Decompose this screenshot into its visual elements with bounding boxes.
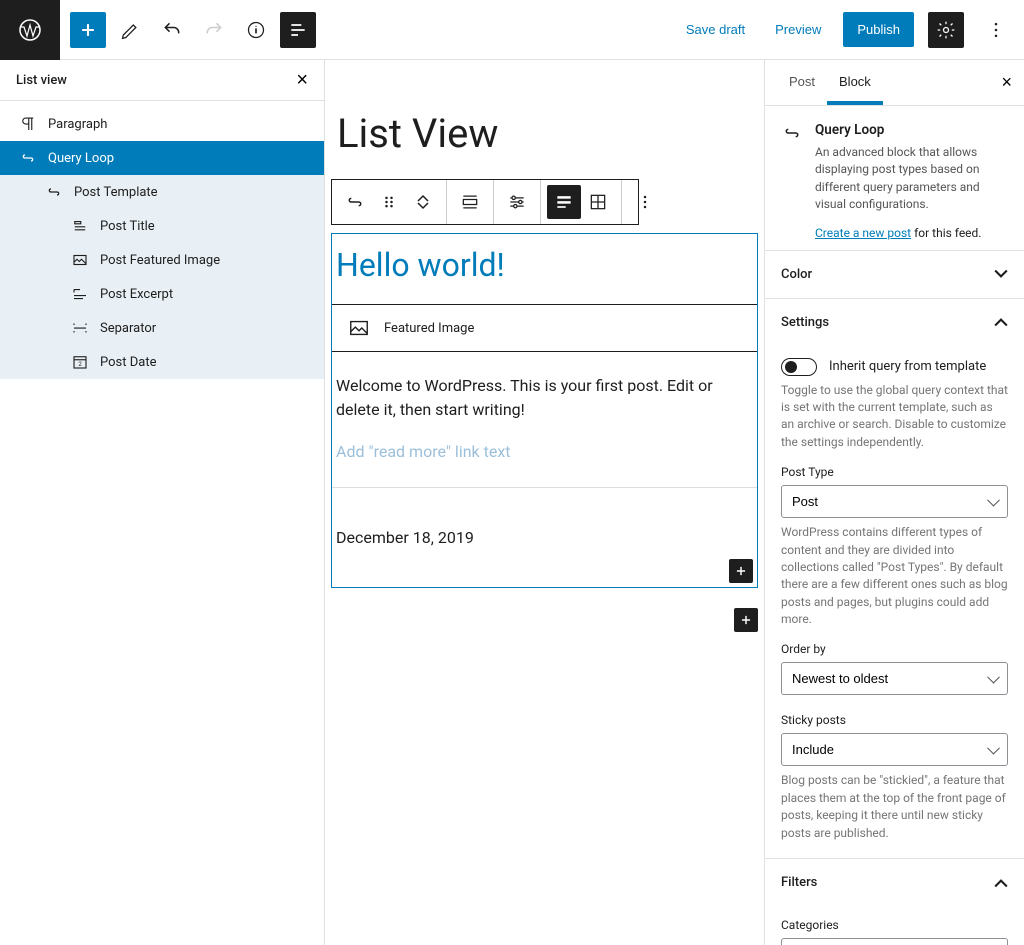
block-toolbar (331, 179, 639, 225)
top-toolbar: Save draft Preview Publish (0, 0, 1024, 60)
block-appender-outer[interactable] (734, 608, 758, 632)
post-title-icon (70, 217, 90, 235)
excerpt-icon (70, 285, 90, 303)
loop-icon (44, 183, 64, 201)
panel-filters[interactable]: Filters (765, 859, 1024, 906)
post-title[interactable]: Hello world! (332, 234, 757, 304)
chevron-up-icon (994, 315, 1008, 329)
list-view-item[interactable]: Post Featured Image (0, 243, 324, 277)
list-view-item-label: Post Template (74, 185, 158, 200)
list-layout-button[interactable] (547, 185, 581, 219)
grid-layout-button[interactable] (581, 185, 615, 219)
block-title: Query Loop (815, 122, 1008, 138)
list-view-item[interactable]: Post Excerpt (0, 277, 324, 311)
sidebar-tabs: Post Block × (765, 60, 1024, 106)
list-view-item[interactable]: Separator (0, 311, 324, 345)
panel-filters-label: Filters (781, 875, 817, 890)
loop-icon (18, 149, 38, 167)
post-excerpt[interactable]: Welcome to WordPress. This is your first… (332, 352, 757, 432)
paragraph-icon (18, 115, 38, 133)
create-post-suffix: for this feed. (911, 226, 981, 240)
post-type-select[interactable]: Post (781, 485, 1008, 518)
chevron-down-icon (994, 267, 1008, 281)
block-appender-inner[interactable] (729, 559, 753, 583)
list-view-item[interactable]: Post Template (0, 175, 324, 209)
list-view-title: List view (16, 73, 67, 88)
edit-mode-button[interactable] (112, 12, 148, 48)
panel-filters-body: Categories (765, 906, 1024, 945)
featured-image-label: Featured Image (384, 321, 474, 336)
add-block-button[interactable] (70, 12, 106, 48)
list-view-item-label: Post Date (100, 355, 156, 370)
inherit-help: Toggle to use the global query context t… (781, 382, 1008, 452)
list-view-item-label: Post Title (100, 219, 155, 234)
sticky-label: Sticky posts (781, 713, 1008, 727)
move-updown-icon[interactable] (406, 185, 440, 219)
panel-settings-body: Inherit query from template Toggle to us… (765, 346, 1024, 859)
preview-button[interactable]: Preview (767, 14, 829, 45)
block-card: Query Loop An advanced block that allows… (765, 106, 1024, 251)
featured-image-placeholder[interactable]: Featured Image (332, 304, 757, 352)
list-view-item-label: Post Featured Image (100, 253, 220, 268)
separator-icon (70, 319, 90, 337)
list-view-item-label: Paragraph (48, 117, 107, 132)
inherit-toggle[interactable] (781, 358, 817, 376)
sidebar-close[interactable]: × (1001, 72, 1012, 93)
settings-button[interactable] (928, 12, 964, 48)
list-view-item[interactable]: 2 Post Date (0, 345, 324, 379)
list-view-item-label: Separator (100, 321, 156, 336)
sticky-select[interactable]: Include (781, 733, 1008, 766)
list-view-item-label: Query Loop (48, 151, 114, 166)
order-by-label: Order by (781, 642, 1008, 656)
list-view-header: List view × (0, 60, 324, 101)
settings-sidebar: Post Block × Query Loop An advanced bloc… (764, 60, 1024, 945)
categories-label: Categories (781, 918, 1008, 932)
chevron-up-icon (994, 876, 1008, 890)
info-button[interactable] (238, 12, 274, 48)
block-more-button[interactable] (628, 185, 662, 219)
align-button[interactable] (453, 185, 487, 219)
svg-text:2: 2 (78, 361, 82, 368)
create-post-link[interactable]: Create a new post (815, 226, 911, 240)
editor-canvas: List View (325, 60, 764, 945)
list-view-item[interactable]: Post Title (0, 209, 324, 243)
list-view-item[interactable]: Paragraph (0, 107, 324, 141)
post-type-help: WordPress contains different types of co… (781, 524, 1008, 628)
block-type-icon[interactable] (338, 185, 372, 219)
panel-color-label: Color (781, 267, 812, 282)
inherit-label: Inherit query from template (829, 359, 986, 374)
undo-button[interactable] (154, 12, 190, 48)
page-title[interactable]: List View (331, 90, 764, 179)
query-settings-icon[interactable] (500, 185, 534, 219)
query-loop-block[interactable]: Hello world! Featured Image Welcome to W… (331, 233, 758, 588)
featured-image-icon (70, 251, 90, 269)
wp-logo[interactable] (0, 0, 60, 60)
read-more-placeholder[interactable]: Add "read more" link text (332, 432, 757, 481)
save-draft-button[interactable]: Save draft (678, 14, 753, 45)
panel-settings[interactable]: Settings (765, 299, 1024, 346)
loop-icon (781, 122, 803, 240)
list-view-panel: List view × Paragraph Query Loop Post Temp… (0, 60, 325, 945)
block-description: An advanced block that allows displaying… (815, 144, 1008, 214)
publish-button[interactable]: Publish (843, 12, 914, 47)
tab-block[interactable]: Block (827, 60, 883, 105)
panel-settings-label: Settings (781, 315, 829, 330)
panel-color[interactable]: Color (765, 251, 1024, 299)
date-icon: 2 (70, 353, 90, 371)
post-type-label: Post Type (781, 465, 1008, 479)
list-view-toggle[interactable] (280, 12, 316, 48)
separator (332, 487, 757, 488)
order-by-select[interactable]: Newest to oldest (781, 662, 1008, 695)
sticky-help: Blog posts can be "stickied", a feature … (781, 772, 1008, 842)
featured-image-icon (348, 317, 370, 339)
redo-button[interactable] (196, 12, 232, 48)
post-date[interactable]: December 18, 2019 (332, 494, 757, 587)
list-view-close[interactable]: × (296, 70, 308, 90)
categories-input[interactable] (781, 938, 1008, 945)
list-view-item[interactable]: Query Loop (0, 141, 324, 175)
list-view-item-label: Post Excerpt (100, 287, 173, 302)
more-menu-button[interactable] (978, 12, 1014, 48)
drag-handle-icon[interactable] (372, 185, 406, 219)
tab-post[interactable]: Post (777, 60, 827, 105)
